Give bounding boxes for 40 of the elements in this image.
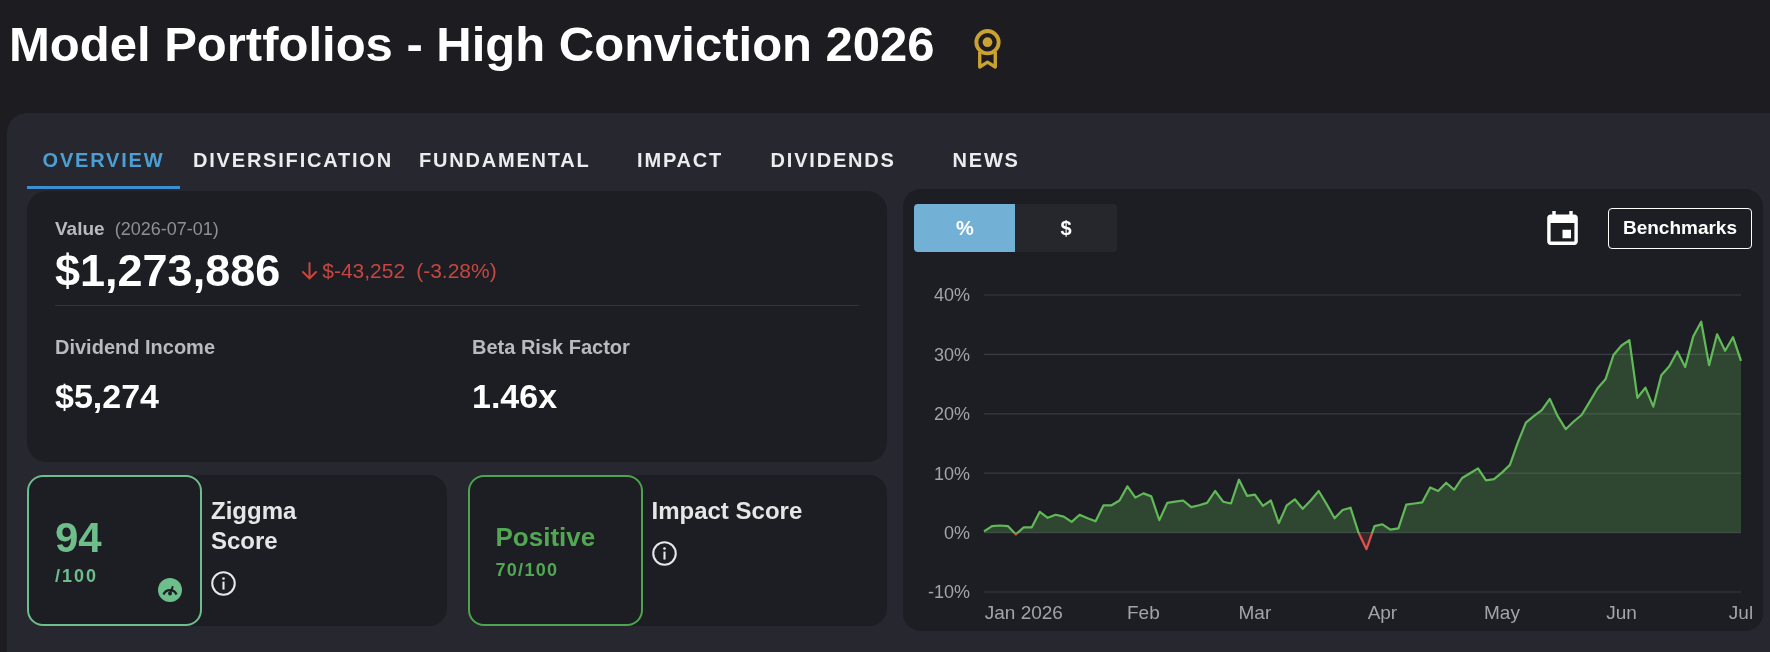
tab[interactable]: FUNDAMENTAL: [405, 131, 604, 189]
y-axis-label: 10%: [933, 463, 970, 484]
x-axis-label: Jan 2026: [984, 602, 1063, 623]
tab[interactable]: IMPACT: [603, 131, 757, 189]
score-label: Impact Score: [651, 496, 803, 526]
score-value: 94: [55, 514, 103, 561]
calendar-icon[interactable]: [1546, 211, 1578, 245]
x-axis-label: Apr: [1367, 602, 1398, 623]
x-axis-label: Mar: [1238, 602, 1272, 623]
score-max: /100: [55, 564, 100, 587]
score-label: Ziggma Score: [211, 496, 298, 556]
metric-label: Dividend Income: [55, 335, 217, 359]
info-icon[interactable]: [651, 541, 677, 566]
gauge-icon: [158, 578, 182, 602]
mode-toggle[interactable]: $: [1015, 204, 1117, 252]
y-axis-label: -10%: [927, 582, 970, 603]
y-axis-label: 30%: [933, 344, 970, 365]
change-amount: $-43,252: [322, 258, 406, 284]
tab[interactable]: NEWS: [909, 131, 1063, 189]
page-title: Model Portfolios - High Conviction 2026: [9, 16, 935, 73]
info-icon[interactable]: [211, 571, 236, 596]
x-axis-label: Jul: [1728, 602, 1754, 623]
x-axis-label: Feb: [1127, 602, 1160, 623]
value-label: Value: [55, 217, 105, 241]
rating-value: Positive: [495, 520, 597, 553]
y-axis-label: 0%: [944, 523, 970, 544]
metric-value: 1.46x: [472, 377, 559, 415]
metric-label: Beta Risk Factor: [472, 335, 631, 359]
benchmarks-button[interactable]: Benchmarks: [1607, 207, 1752, 249]
metric-value: $5,274: [55, 377, 160, 415]
y-axis-label: 40%: [933, 285, 970, 306]
tab[interactable]: DIVIDENDS: [756, 131, 910, 189]
y-axis-label: 20%: [933, 404, 970, 425]
date-label: (2026-07-01): [114, 218, 219, 241]
portfolio-value: $1,273,886: [55, 245, 281, 297]
x-axis-label: Jun: [1606, 602, 1637, 623]
x-axis-label: May: [1484, 602, 1520, 623]
tab[interactable]: DIVERSIFICATION: [180, 131, 406, 189]
change-percent: (-3.28%): [416, 258, 497, 284]
score-value: 70/100: [495, 558, 560, 581]
